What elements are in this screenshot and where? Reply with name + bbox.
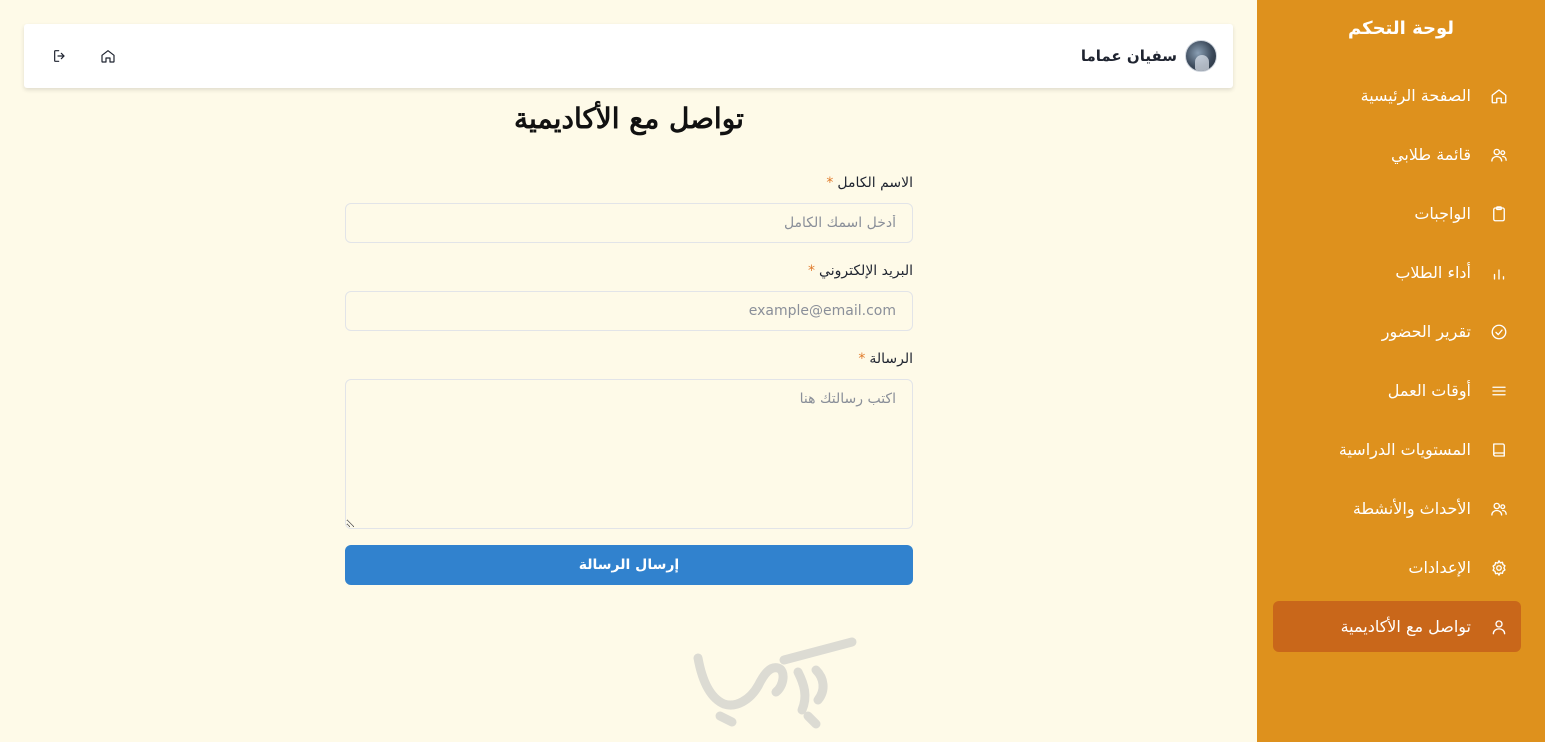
sidebar-item-events[interactable]: الأحداث والأنشطة: [1273, 483, 1521, 534]
users-group-icon: [1489, 499, 1509, 519]
sidebar-item-label: أداء الطلاب: [1395, 263, 1471, 282]
full-name-input[interactable]: [345, 203, 913, 243]
clipboard-icon: [1489, 204, 1509, 224]
logout-button[interactable]: [48, 44, 72, 68]
gear-icon: [1489, 558, 1509, 578]
avatar[interactable]: [1185, 40, 1217, 72]
sidebar-item-work-hours[interactable]: أوقات العمل: [1273, 365, 1521, 416]
required-mark: *: [808, 263, 816, 279]
user-profile[interactable]: سفيان عماما: [1081, 40, 1217, 72]
sidebar-item-label: الصفحة الرئيسية: [1360, 86, 1471, 105]
sidebar-item-label: قائمة طلابي: [1391, 145, 1471, 164]
sidebar-item-label: أوقات العمل: [1387, 381, 1471, 400]
top-header: سفيان عماما: [24, 24, 1233, 88]
user-name: سفيان عماما: [1080, 47, 1177, 65]
sidebar-item-assignments[interactable]: الواجبات: [1273, 188, 1521, 239]
required-mark: *: [858, 351, 866, 367]
home-icon: [1489, 86, 1509, 106]
sidebar-title: لوحة التحكم: [1347, 18, 1455, 39]
sidebar-item-home[interactable]: الصفحة الرئيسية: [1273, 70, 1521, 121]
message-label: الرسالة*: [858, 351, 913, 367]
sidebar-item-levels[interactable]: المستويات الدراسية: [1273, 424, 1521, 475]
sidebar-item-label: الأحداث والأنشطة: [1352, 499, 1471, 518]
watermark-logo-icon: [680, 630, 870, 730]
sidebar: لوحة التحكم الصفحة الرئيسية قائمة طلابي …: [1257, 0, 1545, 742]
book-icon: [1489, 440, 1509, 460]
message-textarea[interactable]: [345, 379, 913, 529]
sidebar-item-students[interactable]: قائمة طلابي: [1273, 129, 1521, 180]
sidebar-item-contact-academy[interactable]: تواصل مع الأكاديمية: [1273, 601, 1521, 652]
sidebar-item-settings[interactable]: الإعدادات: [1273, 542, 1521, 593]
sidebar-item-label: تقرير الحضور: [1381, 322, 1471, 341]
sidebar-item-attendance[interactable]: تقرير الحضور: [1273, 306, 1521, 357]
sidebar-item-label: الإعدادات: [1408, 558, 1471, 577]
sidebar-item-label: المستويات الدراسية: [1338, 440, 1471, 459]
user-icon: [1489, 617, 1509, 637]
sidebar-item-label: الواجبات: [1414, 204, 1471, 223]
name-label: الاسم الكامل*: [826, 175, 913, 191]
sidebar-item-performance[interactable]: أداء الطلاب: [1273, 247, 1521, 298]
bar-chart-icon: [1489, 263, 1509, 283]
logout-icon: [52, 48, 68, 64]
page-title: تواصل مع الأكاديمية: [514, 102, 744, 135]
required-mark: *: [826, 175, 834, 191]
menu-lines-icon: [1489, 381, 1509, 401]
check-circle-icon: [1489, 322, 1509, 342]
users-icon: [1489, 145, 1509, 165]
home-button[interactable]: [96, 44, 120, 68]
email-input[interactable]: [345, 291, 913, 331]
sidebar-item-label: تواصل مع الأكاديمية: [1340, 617, 1471, 636]
home-icon: [100, 48, 116, 64]
submit-button[interactable]: إرسال الرسالة: [345, 545, 913, 585]
email-label: البريد الإلكتروني*: [808, 263, 913, 279]
